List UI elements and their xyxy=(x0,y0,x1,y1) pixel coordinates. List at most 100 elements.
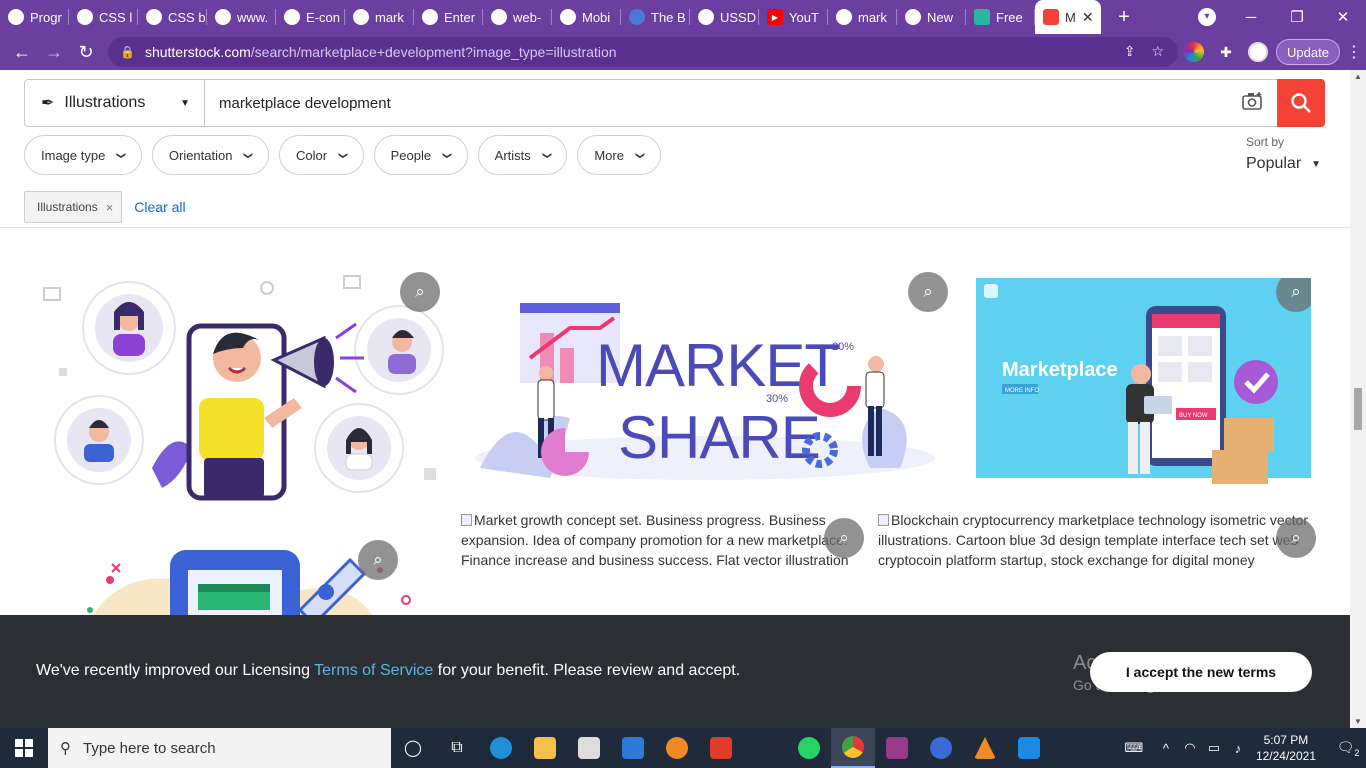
avast-icon[interactable] xyxy=(655,728,699,768)
browser-tab[interactable]: The B xyxy=(621,0,690,34)
ccleaner-icon[interactable] xyxy=(919,728,963,768)
tab-label: YouT xyxy=(789,9,819,25)
browser-tab[interactable]: mark xyxy=(828,0,897,34)
chrome-taskbar-icon[interactable] xyxy=(831,728,875,768)
update-button[interactable]: Update xyxy=(1276,39,1340,65)
browser-tab[interactable]: USSD xyxy=(690,0,759,34)
sort-by[interactable]: Sort by Popular ▼ xyxy=(1246,135,1321,173)
browser-tab[interactable]: web- xyxy=(483,0,552,34)
menu-kebab-icon[interactable]: ⋮ xyxy=(1346,42,1362,62)
camera-search-icon[interactable] xyxy=(1229,91,1277,116)
chevron-down-icon: ❯ xyxy=(542,151,553,159)
browser-tab[interactable]: New xyxy=(897,0,966,34)
chrome-icon xyxy=(146,9,162,25)
browser-tab[interactable]: Mobi xyxy=(552,0,621,34)
zoom-icon[interactable]: ⌕ xyxy=(358,540,398,580)
scrollbar[interactable]: ▲ ▼ xyxy=(1350,70,1366,728)
scroll-up-icon[interactable]: ▲ xyxy=(1354,72,1362,81)
task-view-icon[interactable]: ⧉ xyxy=(435,728,479,768)
zoom-icon[interactable]: ⌕ xyxy=(1276,518,1316,558)
image-type-select[interactable]: ✒ Illustrations ▼ xyxy=(25,80,205,126)
cortana-icon[interactable]: ◯ xyxy=(391,728,435,768)
taskbar-search[interactable]: ⚲ Type here to search xyxy=(48,728,391,768)
volume-icon[interactable]: ♪ xyxy=(1226,741,1250,756)
back-icon[interactable]: ← xyxy=(6,42,38,63)
browser-tab[interactable]: CSS l xyxy=(69,0,138,34)
browser-tab[interactable]: Progr xyxy=(0,0,69,34)
remove-chip-icon[interactable]: × xyxy=(106,200,114,215)
color-extension-icon[interactable] xyxy=(1184,42,1204,62)
vlc-icon[interactable] xyxy=(963,728,1007,768)
vscode-icon[interactable] xyxy=(1007,728,1051,768)
tab-search-dropdown-icon[interactable]: ▾ xyxy=(1198,8,1216,26)
chrome-icon xyxy=(560,9,576,25)
extensions-puzzle-icon[interactable]: ✚ xyxy=(1216,42,1236,62)
search-input[interactable] xyxy=(205,80,1229,126)
clear-all-link[interactable]: Clear all xyxy=(134,199,185,215)
browser-tab[interactable]: www. xyxy=(207,0,276,34)
filter-label: People xyxy=(390,147,432,163)
winrar-icon[interactable] xyxy=(875,728,919,768)
whatsapp-icon[interactable] xyxy=(787,728,831,768)
reload-icon[interactable]: ↻ xyxy=(70,42,102,63)
clock[interactable]: 5:07 PM 12/24/2021 xyxy=(1256,732,1316,764)
zoom-icon[interactable]: ⌕ xyxy=(824,518,864,558)
minimize-icon[interactable]: ─ xyxy=(1228,9,1274,26)
keyboard-icon[interactable]: ⌨ xyxy=(1122,740,1146,756)
result-image-1[interactable]: ⌕ xyxy=(24,268,444,508)
new-tab-button[interactable]: + xyxy=(1109,6,1139,29)
edge-icon[interactable] xyxy=(479,728,523,768)
filter-dropdown[interactable]: People ❯ xyxy=(373,135,468,175)
filter-label: Orientation xyxy=(168,147,233,163)
result-image-3[interactable]: Marketplace MORE INFO BUY NOW ⌕ xyxy=(976,278,1311,488)
file-explorer-icon[interactable] xyxy=(523,728,567,768)
filter-chip[interactable]: Illustrations × xyxy=(24,191,123,223)
wps-icon[interactable] xyxy=(699,728,743,768)
browser-tab[interactable]: CSS b xyxy=(138,0,207,34)
filter-bar: Image type ❯ Orientation ❯ Color ❯ People ❯ Arti… xyxy=(24,135,661,175)
browser-tab[interactable]: M ✕ xyxy=(1035,0,1101,34)
filter-dropdown[interactable]: Color ❯ xyxy=(279,135,364,175)
chrome-icon xyxy=(698,9,714,25)
close-tab-icon[interactable]: ✕ xyxy=(1082,9,1094,26)
filter-dropdown[interactable]: More ❯ xyxy=(577,135,661,175)
close-window-icon[interactable]: ✕ xyxy=(1320,8,1366,26)
result-image-4-alt[interactable]: Market growth concept set. Business prog… xyxy=(461,510,856,570)
tab-label: CSS b xyxy=(168,9,206,25)
address-bar[interactable]: 🔒 shutterstock.com/search/marketplace+de… xyxy=(108,37,1178,67)
zoom-icon[interactable]: ⌕ xyxy=(908,272,948,312)
terms-of-service-link[interactable]: Terms of Service xyxy=(314,662,433,679)
battery-icon[interactable]: ▭ xyxy=(1202,740,1226,756)
window-controls: ─ ❐ ✕ xyxy=(1228,0,1366,34)
scrollbar-thumb[interactable] xyxy=(1354,388,1362,430)
scroll-down-icon[interactable]: ▼ xyxy=(1354,717,1362,726)
mail-icon[interactable] xyxy=(611,728,655,768)
tray-chevron-icon[interactable]: ^ xyxy=(1154,741,1178,756)
profile-avatar[interactable] xyxy=(1248,42,1268,62)
filter-dropdown[interactable]: Image type ❯ xyxy=(24,135,142,175)
share-icon[interactable]: ⇪ xyxy=(1124,43,1136,60)
forward-icon[interactable]: → xyxy=(38,42,70,63)
wifi-icon[interactable]: ◠ xyxy=(1178,740,1202,756)
windows-start-icon[interactable] xyxy=(0,728,48,768)
store-icon[interactable] xyxy=(567,728,611,768)
image-type-label: Illustrations xyxy=(64,94,146,111)
browser-tab[interactable]: Free xyxy=(966,0,1035,34)
result-image-2[interactable]: MARKET SHARE 20% 30% ⌕ xyxy=(460,268,950,508)
browser-tab[interactable]: ▶ YouT xyxy=(759,0,828,34)
zoom-icon[interactable]: ⌕ xyxy=(400,272,440,312)
maximize-icon[interactable]: ❐ xyxy=(1274,8,1320,26)
activate-windows-watermark: Activate Windows Go to Settings to activ… xyxy=(1073,652,1294,693)
filter-dropdown[interactable]: Orientation ❯ xyxy=(151,135,270,175)
chrome-icon xyxy=(422,9,438,25)
result-image-5-alt[interactable]: Blockchain cryptocurrency marketplace te… xyxy=(878,510,1318,570)
filter-dropdown[interactable]: Artists ❯ xyxy=(477,135,568,175)
bookmark-star-icon[interactable]: ☆ xyxy=(1151,43,1164,60)
browser-tab[interactable]: Enter xyxy=(414,0,483,34)
notifications-icon[interactable]: 🗨2 xyxy=(1330,739,1366,758)
chrome-icon xyxy=(284,9,300,25)
browser-tab[interactable]: mark xyxy=(345,0,414,34)
browser-tab[interactable]: E-con xyxy=(276,0,345,34)
search-button[interactable] xyxy=(1277,79,1325,127)
